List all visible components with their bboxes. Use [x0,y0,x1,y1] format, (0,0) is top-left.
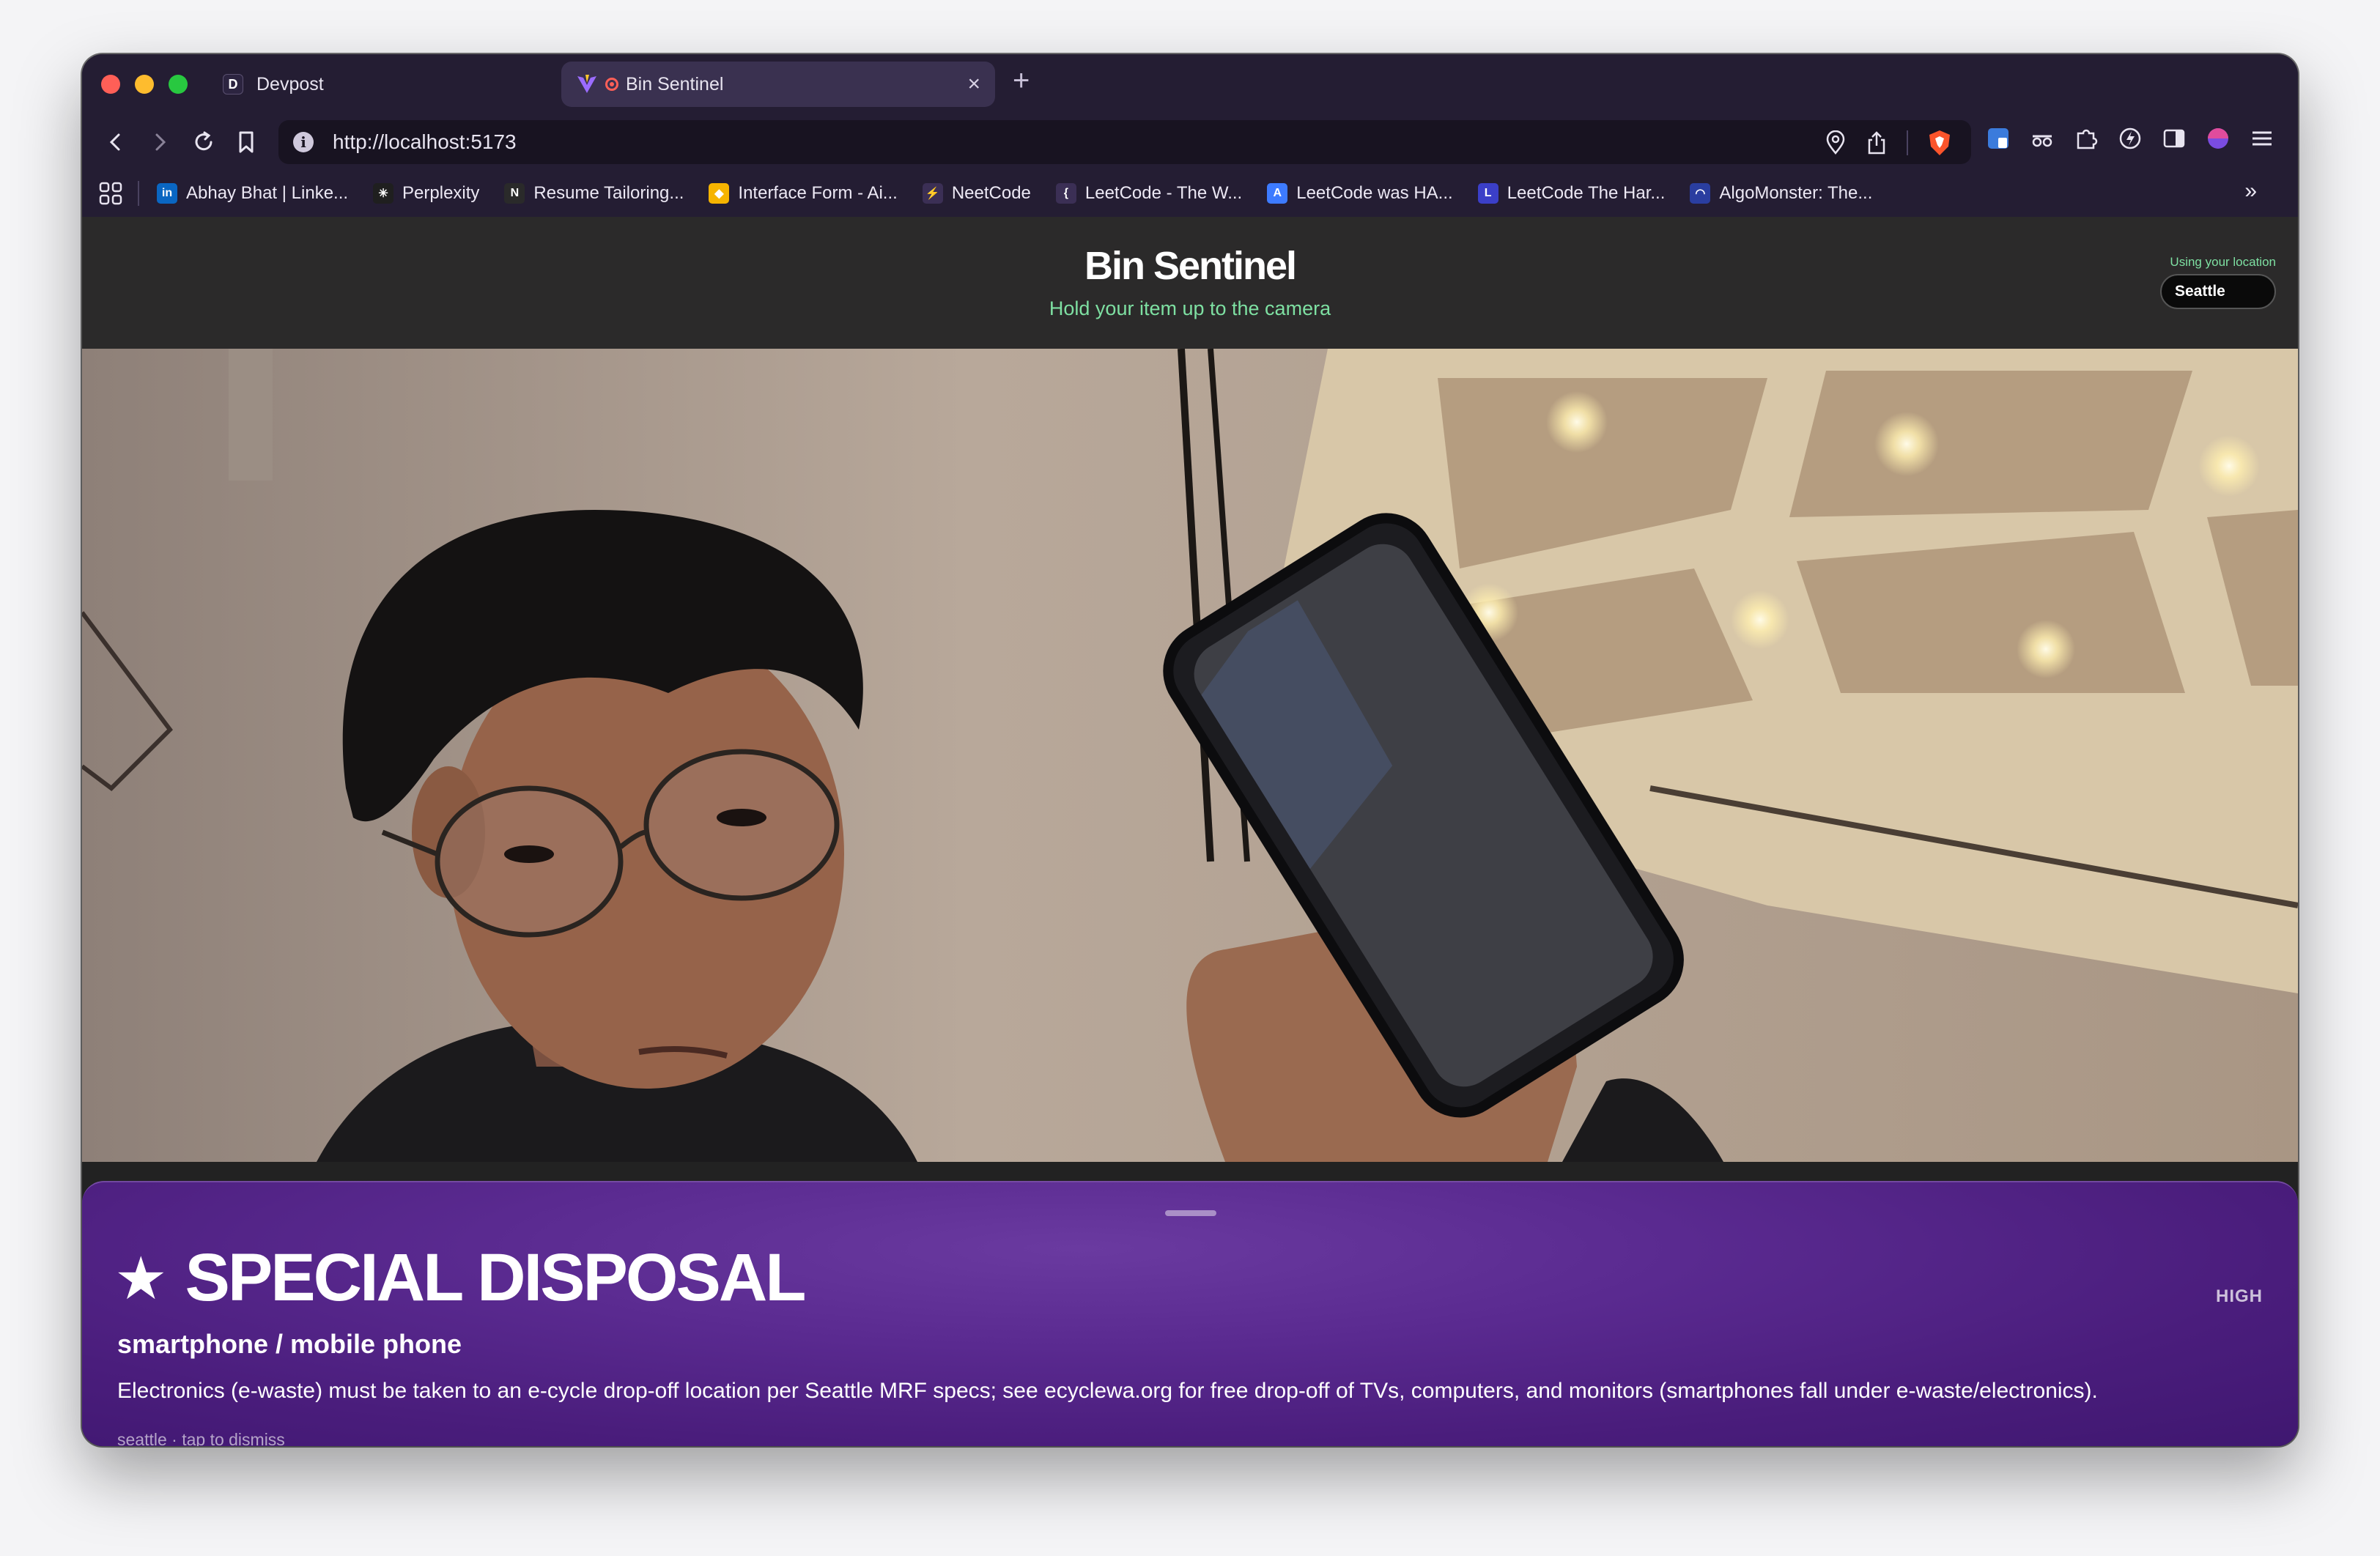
linkedin-icon: in [157,183,177,204]
divider [1907,130,1908,155]
result-footer[interactable]: seattle · tap to dismiss [117,1430,285,1446]
tab-devpost[interactable]: D Devpost [208,62,545,107]
menu-icon[interactable] [2248,125,2276,152]
back-button[interactable] [98,125,133,160]
window-close-button[interactable] [101,75,120,94]
bookmark-label: LeetCode The Har... [1507,183,1666,203]
bookmark-label: NeetCode [951,183,1031,203]
puzzle-extensions-icon[interactable] [2072,125,2100,152]
bookmark-item[interactable]: N Resume Tailoring... [504,183,684,204]
bookmark-item[interactable]: { LeetCode - The W... [1055,183,1243,204]
l-icon: L [1477,183,1498,204]
a-icon: A [1267,183,1288,204]
bookmark-list: in Abhay Bhat | Linke... ✳ Perplexity N Resum… [157,183,1897,204]
app-header: Bin Sentinel Hold your item up to the ca… [82,217,2298,349]
profile-avatar-icon[interactable] [2204,125,2232,152]
bookmark-item[interactable]: L LeetCode The Har... [1477,183,1666,204]
result-item: smartphone / mobile phone [117,1329,462,1359]
bookmark-item[interactable]: A LeetCode was HA... [1267,183,1453,204]
extensions-area [1984,125,2276,152]
location-value: Seattle [2175,283,2225,300]
site-info-icon[interactable]: i [293,132,314,152]
location-label: Using your location [2170,255,2276,269]
app-title: Bin Sentinel [1084,244,1297,288]
toolbar: i http://localhost:5173 [82,114,2298,170]
camera-feed [82,349,2298,1162]
tab-strip: D Devpost Bin Sentinel × + [82,54,2298,114]
notion-icon: N [504,183,525,204]
location-select[interactable]: Seattle [2160,274,2276,309]
bitwarden-icon[interactable] [1984,125,2012,152]
star-icon: ★ [117,1249,165,1308]
confidence-badge: HIGH [2216,1286,2263,1306]
tab-close-icon[interactable]: × [967,72,980,97]
result-category: ★ SPECIAL DISPOSAL [117,1240,807,1316]
divider [138,181,139,206]
bookmark-label: LeetCode - The W... [1084,183,1243,203]
bookmark-label: LeetCode was HA... [1296,183,1453,203]
result-sheet[interactable]: ★ SPECIAL DISPOSAL HIGH smartphone / mob… [82,1181,2298,1446]
browser-window: D Devpost Bin Sentinel × + i http://loca… [82,54,2298,1446]
new-tab-button[interactable]: + [1013,64,1030,97]
bookmarks-bar: in Abhay Bhat | Linke... ✳ Perplexity N Resum… [82,170,2298,218]
bookmark-item[interactable]: ✳ Perplexity [373,183,479,204]
tab-bin-sentinel[interactable]: Bin Sentinel × [561,62,995,107]
tab-label: Bin Sentinel [626,73,724,95]
share-icon[interactable] [1866,130,1888,155]
window-minimize-button[interactable] [135,75,154,94]
forward-arrow-icon [155,133,166,151]
recording-icon [605,78,618,91]
bookmark-item[interactable]: ◠ AlgoMonster: The... [1690,183,1872,204]
app-subtitle: Hold your item up to the camera [1049,297,1331,319]
forward-button[interactable] [142,125,177,160]
reload-button[interactable] [186,125,221,160]
location-pin-icon[interactable] [1825,130,1847,155]
address-bar[interactable]: i http://localhost:5173 [278,120,1971,164]
bookmark-label: AlgoMonster: The... [1719,183,1873,203]
airtable-icon: ◆ [709,183,730,204]
bookmark-item[interactable]: in Abhay Bhat | Linke... [157,183,348,204]
bookmark-item[interactable]: ◆ Interface Form - Ai... [709,183,898,204]
tab-label: Devpost [256,73,324,95]
perplexity-icon: ✳ [373,183,394,204]
algomonster-icon: ◠ [1690,183,1711,204]
bookmark-label: Interface Form - Ai... [738,183,898,203]
apps-grid-icon[interactable] [98,181,123,206]
sidebar-toggle-icon[interactable] [2160,125,2188,152]
more-bookmarks-icon[interactable]: » [2244,179,2257,204]
incognito-icon[interactable] [2028,125,2056,152]
bookmark-icon [239,131,254,153]
back-arrow-icon [109,133,120,151]
bookmark-label: Perplexity [402,183,480,203]
url-text[interactable]: http://localhost:5173 [333,130,517,154]
bookmark-label: Abhay Bhat | Linke... [186,183,349,203]
page-viewport: Bin Sentinel Hold your item up to the ca… [82,217,2298,1446]
result-category-label: SPECIAL DISPOSAL [185,1240,807,1315]
sheet-drag-handle[interactable] [1165,1210,1216,1216]
bookmark-label: Resume Tailoring... [533,183,684,203]
window-maximize-button[interactable] [169,75,188,94]
devpost-icon: D [223,74,243,95]
result-description: Electronics (e-waste) must be taken to a… [117,1379,2098,1403]
reload-icon [195,131,212,151]
brave-shield-icon[interactable] [1927,129,1952,157]
address-bar-actions [1825,129,1952,157]
neetcode-icon: ⚡ [922,183,943,204]
bookmark-item[interactable]: ⚡ NeetCode [922,183,1031,204]
leo-ai-icon[interactable] [2116,125,2144,152]
vite-icon [577,75,596,93]
bookmark-button[interactable] [229,125,264,160]
leetcode-icon: { [1055,183,1076,204]
